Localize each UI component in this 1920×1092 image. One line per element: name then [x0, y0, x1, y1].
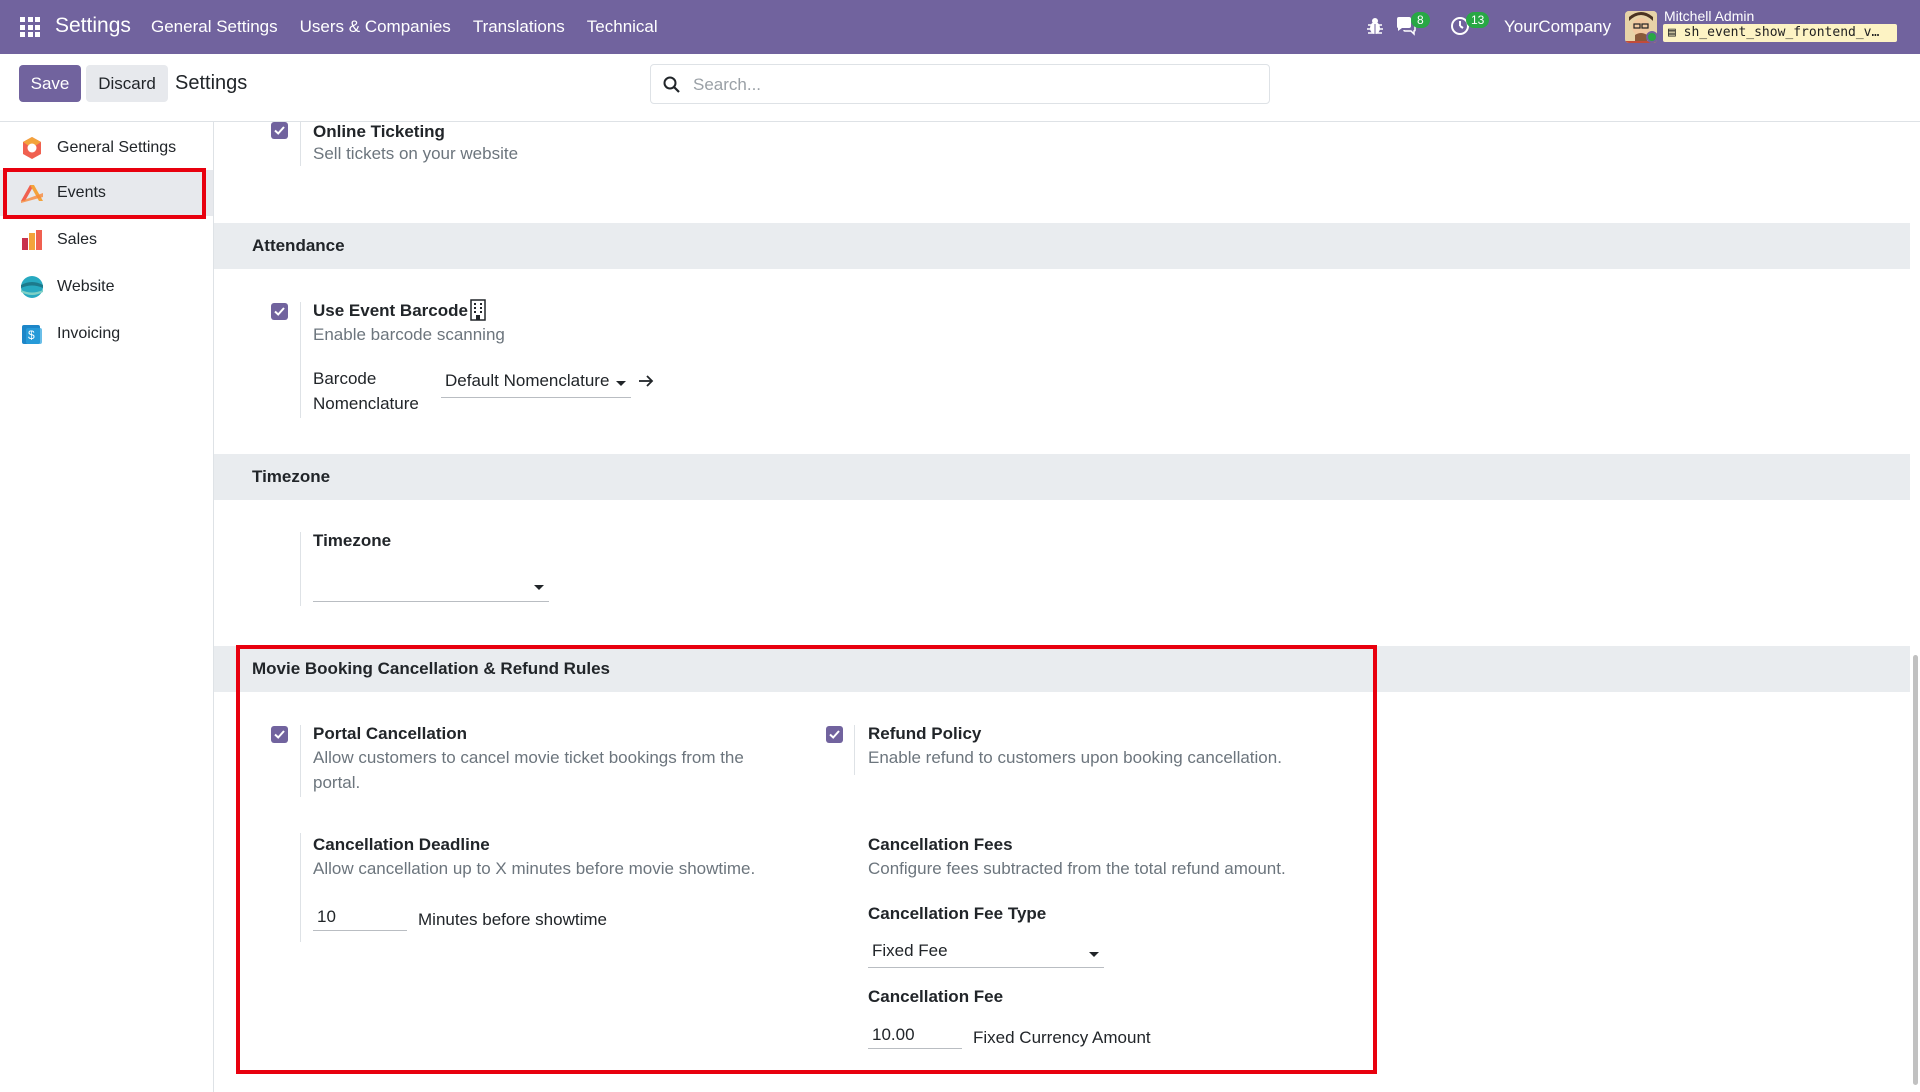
events-highlight-box — [3, 168, 206, 219]
option-divider — [300, 122, 301, 166]
database-name: sh_event_show_frontend_v… — [1683, 25, 1880, 40]
search-bar[interactable] — [650, 64, 1270, 104]
menu-technical[interactable]: Technical — [587, 17, 658, 37]
menu-users-companies[interactable]: Users & Companies — [300, 17, 451, 37]
top-navbar: Settings General Settings Users & Compan… — [0, 0, 1920, 54]
event-barcode-checkbox[interactable] — [271, 303, 288, 320]
debug-bug-icon[interactable] — [1366, 16, 1384, 36]
discard-button[interactable]: Discard — [86, 65, 168, 102]
online-status-indicator — [1646, 31, 1658, 43]
main-menu: General Settings Users & Companies Trans… — [151, 17, 680, 37]
company-switcher[interactable]: YourCompany — [1504, 17, 1611, 37]
app-brand[interactable]: Settings — [55, 14, 131, 38]
sales-app-icon — [22, 230, 42, 250]
attendance-section-header: Attendance — [214, 223, 1916, 269]
timezone-label: Timezone — [313, 531, 392, 550]
chevron-down-icon — [616, 381, 626, 386]
control-panel: Save Discard Settings — [0, 54, 1920, 122]
database-name-badge: ▤ sh_event_show_frontend_v… — [1663, 24, 1897, 42]
online-ticketing-title: Online Ticketing — [313, 122, 445, 141]
external-link-arrow-icon[interactable] — [638, 374, 654, 388]
user-name[interactable]: Mitchell Admin — [1664, 8, 1754, 24]
option-divider — [300, 532, 301, 606]
check-icon — [274, 126, 285, 135]
enterprise-building-icon — [470, 299, 486, 321]
section-title: Timezone — [252, 467, 331, 486]
search-icon — [663, 76, 680, 93]
sidebar-item-general-settings[interactable]: General Settings — [0, 125, 213, 171]
svg-text:$: $ — [28, 328, 35, 342]
online-ticketing-checkbox[interactable] — [271, 122, 288, 139]
nomenclature-label-line1: Barcode — [313, 369, 377, 388]
messages-count-badge: 8 — [1411, 12, 1430, 28]
sidebar-item-invoicing[interactable]: $ Invoicing — [0, 311, 213, 357]
timezone-select[interactable] — [313, 572, 549, 602]
invoicing-app-icon: $ — [22, 325, 42, 344]
timezone-section-header: Timezone — [214, 454, 1916, 500]
nomenclature-label-line2: Nomenclature — [313, 394, 419, 413]
option-divider — [300, 302, 301, 418]
online-ticketing-desc: Sell tickets on your website — [313, 144, 519, 163]
apps-menu-icon[interactable] — [20, 17, 40, 37]
sidebar-item-label: Sales — [57, 231, 98, 248]
chevron-down-icon — [534, 585, 544, 590]
nomenclature-select[interactable]: Default Nomenclature — [441, 370, 631, 398]
search-input[interactable] — [693, 74, 1253, 96]
menu-general-settings[interactable]: General Settings — [151, 17, 278, 37]
website-app-icon — [21, 276, 43, 298]
nomenclature-value: Default Nomenclature — [445, 371, 610, 390]
sidebar-item-label: Website — [57, 278, 115, 295]
event-barcode-title: Use Event Barcode — [313, 301, 468, 320]
sidebar-item-label: Invoicing — [57, 325, 121, 342]
database-icon: ▤ — [1668, 25, 1684, 40]
sidebar-item-sales[interactable]: Sales — [0, 217, 213, 263]
settings-sidebar: General Settings Events Sales Website $ — [0, 122, 214, 1092]
event-barcode-desc: Enable barcode scanning — [313, 325, 505, 344]
sidebar-item-label: General Settings — [57, 139, 177, 156]
activity-count-badge: 13 — [1466, 12, 1490, 28]
save-button[interactable]: Save — [19, 65, 81, 102]
scrollbar-thumb[interactable] — [1913, 655, 1918, 1085]
sidebar-item-website[interactable]: Website — [0, 264, 213, 310]
page-title: Settings — [175, 72, 248, 94]
section-title: Attendance — [252, 236, 345, 255]
settings-app-icon — [23, 137, 41, 159]
movie-rules-highlight-box — [236, 645, 1377, 1074]
menu-translations[interactable]: Translations — [473, 17, 565, 37]
check-icon — [274, 307, 285, 316]
